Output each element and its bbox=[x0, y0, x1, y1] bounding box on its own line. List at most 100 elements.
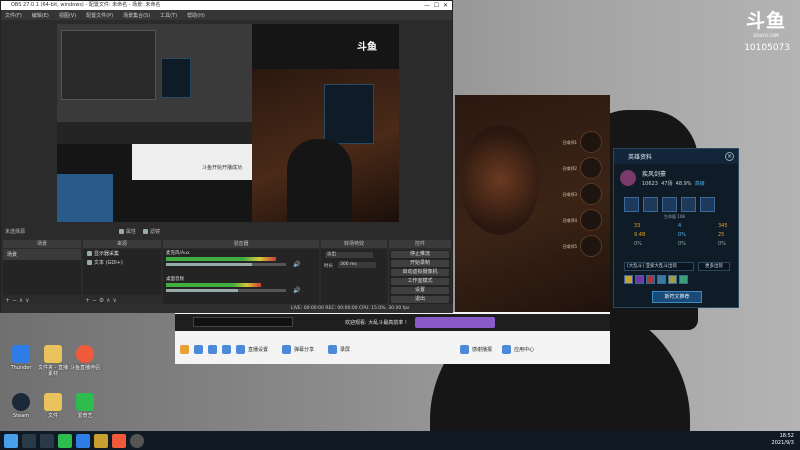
search-icon[interactable] bbox=[22, 433, 36, 448]
streamer-preview bbox=[287, 139, 352, 222]
emoji-icon[interactable] bbox=[180, 344, 189, 354]
menu-profile[interactable]: 配置文件(P) bbox=[86, 12, 113, 19]
skill-q-icon[interactable] bbox=[643, 197, 658, 212]
item-icon bbox=[646, 275, 655, 284]
douyu-app-icon bbox=[76, 345, 94, 363]
studio-mode-button[interactable]: 工作室模式 bbox=[390, 277, 450, 286]
obs-preview-canvas[interactable]: 斗鱼开始开播成功 斗鱼 bbox=[57, 24, 399, 222]
iqiyi-icon bbox=[76, 393, 94, 411]
stat-value: 33 bbox=[634, 223, 641, 229]
thanks-broadcast-label[interactable]: 感谢播报 bbox=[472, 346, 492, 353]
summoner-slot-3[interactable] bbox=[580, 183, 602, 205]
task-view-icon[interactable] bbox=[40, 433, 54, 448]
summoner-slot-1-label: 召唤师1 bbox=[562, 140, 577, 145]
desktop-icon-folder[interactable]: 文件夹 - 直播素材 bbox=[36, 345, 70, 377]
virtual-camera-button[interactable]: 启动虚拟摄像机 bbox=[390, 268, 450, 277]
exit-button[interactable]: 退出 bbox=[390, 295, 450, 304]
hero-stat-games: 10623 bbox=[642, 181, 658, 187]
settings-button[interactable]: 设置 bbox=[390, 286, 450, 295]
douyu-watermark: 斗鱼 DOUYU.COM bbox=[745, 10, 786, 38]
douyu-taskbar-icon[interactable] bbox=[112, 433, 126, 448]
scene-item[interactable]: 场景 bbox=[3, 249, 81, 260]
stream-control-bar: 欢迎观看: 大乱斗最高前率 ! 直播设置 弹幕分享 录屏 感谢播报 应用中心 bbox=[175, 312, 610, 364]
record-icon[interactable] bbox=[328, 344, 338, 354]
window-controls-icon[interactable]: — ☐ ✕ bbox=[424, 1, 448, 10]
mixer-meter-mic bbox=[166, 257, 276, 261]
volume-icon[interactable] bbox=[208, 344, 217, 354]
stop-streaming-button[interactable]: 停止推流 bbox=[390, 250, 450, 259]
summoner-slot-4[interactable] bbox=[580, 209, 602, 231]
app-icon[interactable] bbox=[502, 344, 512, 354]
thanks-icon[interactable] bbox=[460, 344, 470, 354]
skill-passive-icon[interactable] bbox=[624, 197, 639, 212]
build-mode-label: [大乱斗] 亚索大乱斗出装 bbox=[627, 264, 677, 269]
rune-recommend-button[interactable]: 斯符文推荐 bbox=[652, 291, 702, 303]
desktop-mute-icon[interactable]: 🔊 bbox=[293, 287, 300, 294]
hero-stat-winrate: 48.9% bbox=[675, 181, 692, 187]
hero-stat-matches: 47场 bbox=[661, 181, 673, 187]
desktop-icon-douyu[interactable]: 斗鱼直播伴侣 bbox=[68, 345, 102, 371]
iqiyi-taskbar-icon[interactable] bbox=[58, 433, 72, 448]
obs-menu-bar: 文件(F) 编辑(E) 视图(V) 配置文件(P) 场景集合(S) 工具(T) … bbox=[1, 10, 452, 20]
start-icon[interactable] bbox=[4, 433, 18, 448]
skill-e-icon[interactable] bbox=[681, 197, 696, 212]
sources-list[interactable]: 显示器采集 文本 (GDI+) bbox=[83, 249, 161, 295]
chat-message: 欢迎观看: 大乱斗最高前率 ! bbox=[345, 320, 407, 326]
source-item[interactable]: 显示器采集 bbox=[83, 249, 161, 258]
danmaku-share-label[interactable]: 弹幕分享 bbox=[294, 346, 314, 353]
nested-obs-capture bbox=[57, 24, 252, 144]
hero-tag[interactable]: 高级 bbox=[695, 181, 705, 187]
live-settings-label[interactable]: 直播设置 bbox=[248, 346, 268, 353]
text-icon bbox=[87, 260, 92, 265]
more-builds-select[interactable]: 更多出装 bbox=[698, 262, 730, 271]
game-client-taskbar-icon[interactable] bbox=[94, 433, 108, 448]
source-item[interactable]: 文本 (GDI+) bbox=[83, 258, 161, 267]
close-icon[interactable]: × bbox=[725, 152, 734, 161]
system-tray-clock[interactable]: 18:52 2021/9/3 bbox=[772, 433, 794, 447]
obs-taskbar-icon[interactable] bbox=[130, 433, 144, 448]
menu-tools[interactable]: 工具(T) bbox=[160, 12, 177, 19]
summoner-slot-5[interactable] bbox=[580, 235, 602, 257]
start-recording-button[interactable]: 开始录制 bbox=[390, 259, 450, 268]
skill-r-icon[interactable] bbox=[700, 197, 715, 212]
summoner-slot-2[interactable] bbox=[580, 157, 602, 179]
menu-file[interactable]: 文件(F) bbox=[5, 12, 22, 19]
source-dock-toolbar[interactable]: + − ⚙ ∧ ∨ bbox=[85, 297, 117, 304]
obs-window: OBS 27.0.1 (64-bit, windows) - 配置文件: 未命名… bbox=[0, 0, 453, 313]
mic-icon[interactable] bbox=[194, 344, 203, 354]
menu-view[interactable]: 视图(V) bbox=[59, 12, 76, 19]
menu-help[interactable]: 帮助(H) bbox=[187, 12, 205, 19]
summoner-slot-1[interactable] bbox=[580, 131, 602, 153]
hero-avatar bbox=[620, 170, 636, 186]
desktop-icon-steam[interactable]: Steam bbox=[4, 393, 38, 419]
broadcast-icon[interactable] bbox=[236, 344, 245, 354]
record-label[interactable]: 录屏 bbox=[340, 346, 350, 353]
item-icon bbox=[657, 275, 666, 284]
menu-edit[interactable]: 编辑(E) bbox=[32, 12, 49, 19]
transition-type-select[interactable]: 淡出 bbox=[324, 251, 374, 259]
equalizer-icon[interactable] bbox=[222, 344, 231, 354]
game-client-window: 召唤师1 召唤师2 召唤师3 召唤师4 召唤师5 bbox=[455, 95, 610, 335]
desktop-icon-iqiyi[interactable]: 爱奇艺 bbox=[68, 393, 102, 419]
share-icon[interactable] bbox=[282, 344, 292, 354]
desktop-icon-thunder[interactable]: Thunder bbox=[4, 345, 38, 371]
edge-icon[interactable] bbox=[76, 433, 90, 448]
filters-button[interactable]: 滤镜 bbox=[143, 228, 160, 235]
properties-button[interactable]: 属性 bbox=[119, 228, 136, 235]
mic-volume-slider[interactable] bbox=[166, 263, 286, 266]
nested-preview bbox=[61, 30, 156, 100]
duration-input[interactable]: 300 ms bbox=[337, 261, 377, 269]
nested-hero-panel bbox=[161, 58, 191, 98]
scene-dock-toolbar[interactable]: + − ∧ ∨ bbox=[5, 297, 30, 304]
app-center-label[interactable]: 应用中心 bbox=[514, 346, 534, 353]
skill-w-icon[interactable] bbox=[662, 197, 677, 212]
desktop-icon-file[interactable]: 文件 bbox=[36, 393, 70, 419]
chat-input[interactable] bbox=[193, 317, 293, 327]
mic-mute-icon[interactable]: 🔊 bbox=[293, 261, 300, 268]
build-mode-select[interactable]: [大乱斗] 亚索大乱斗出装 bbox=[624, 262, 694, 271]
desktop-volume-slider[interactable] bbox=[166, 289, 286, 292]
menu-scene-collection[interactable]: 场景集合(S) bbox=[123, 12, 150, 19]
steam-icon bbox=[12, 393, 30, 411]
gift-bar[interactable] bbox=[415, 317, 495, 328]
scenes-list[interactable]: 场景 bbox=[3, 249, 81, 295]
